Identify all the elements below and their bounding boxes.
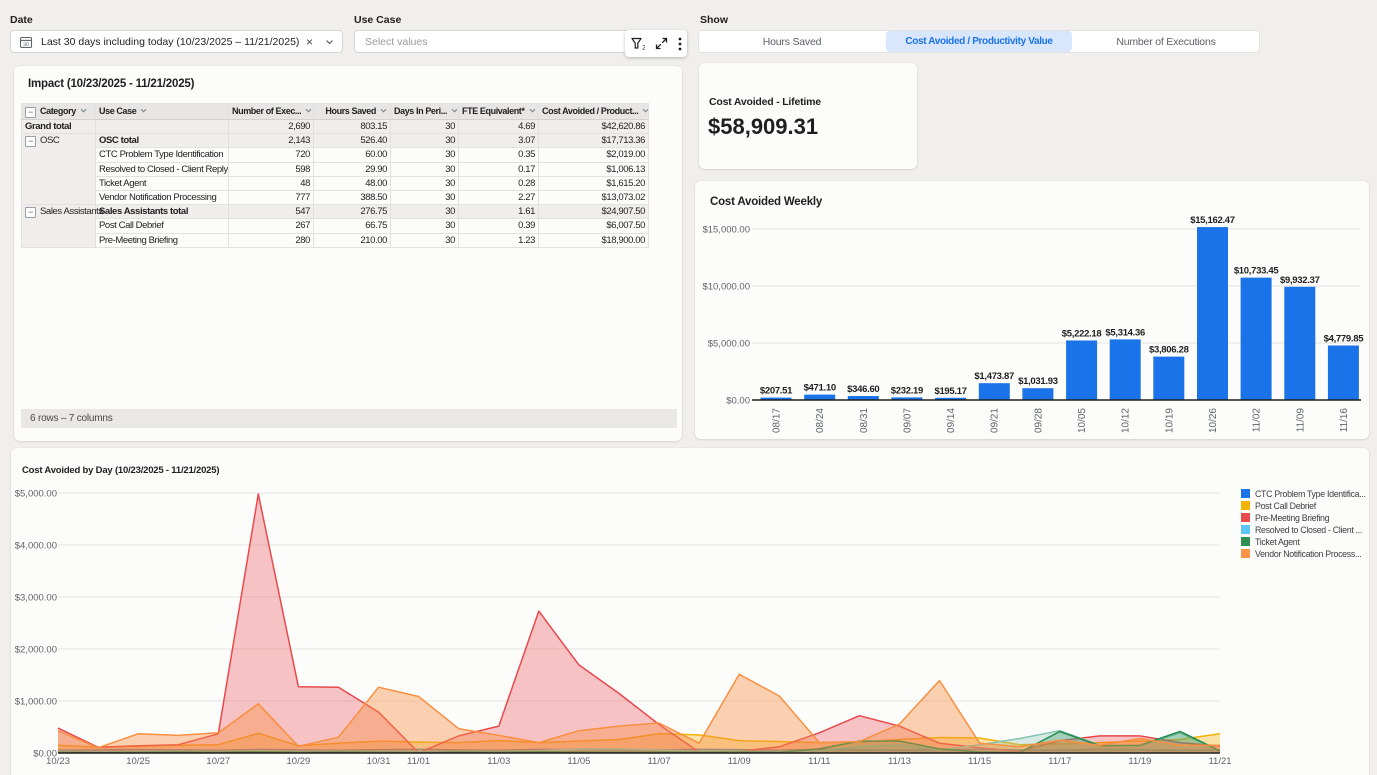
- svg-text:11/13: 11/13: [888, 756, 911, 767]
- svg-text:11/03: 11/03: [487, 756, 510, 767]
- svg-text:$9,932.37: $9,932.37: [1280, 275, 1320, 286]
- svg-text:10/29: 10/29: [287, 756, 311, 767]
- svg-text:Post Call Debrief: Post Call Debrief: [1255, 501, 1317, 511]
- svg-text:10/27: 10/27: [206, 756, 230, 767]
- svg-text:11/11: 11/11: [808, 756, 830, 767]
- svg-text:11/07: 11/07: [647, 756, 670, 767]
- svg-text:$346.60: $346.60: [847, 384, 879, 395]
- svg-text:$4,000.00: $4,000.00: [15, 541, 57, 552]
- svg-text:$195.17: $195.17: [934, 386, 966, 397]
- svg-text:$10,733.45: $10,733.45: [1234, 266, 1280, 277]
- svg-text:$15,162.47: $15,162.47: [1190, 215, 1235, 226]
- svg-text:11/21: 11/21: [1208, 756, 1231, 767]
- svg-text:11/15: 11/15: [968, 756, 991, 767]
- svg-text:10/05: 10/05: [1077, 408, 1088, 433]
- svg-text:$0.00: $0.00: [726, 396, 750, 407]
- svg-text:$3,000.00: $3,000.00: [15, 593, 57, 604]
- svg-text:2: 2: [642, 45, 645, 52]
- svg-text:11/09: 11/09: [728, 756, 751, 767]
- svg-text:30: 30: [23, 42, 29, 48]
- svg-text:11/17: 11/17: [1048, 756, 1071, 767]
- svg-text:11/16: 11/16: [1339, 408, 1350, 433]
- svg-text:$5,000.00: $5,000.00: [708, 339, 750, 350]
- svg-text:Pre-Meeting Briefing: Pre-Meeting Briefing: [1255, 513, 1330, 523]
- svg-text:$10,000.00: $10,000.00: [702, 282, 750, 293]
- svg-text:09/14: 09/14: [946, 408, 957, 433]
- svg-text:Vendor Notification Process...: Vendor Notification Process...: [1255, 549, 1361, 559]
- svg-text:$232.19: $232.19: [891, 385, 923, 396]
- svg-text:$1,031.93: $1,031.93: [1018, 376, 1058, 387]
- svg-text:$4,779.85: $4,779.85: [1324, 334, 1365, 345]
- svg-text:Resolved to Closed - Client ..: Resolved to Closed - Client ...: [1255, 525, 1362, 535]
- svg-text:CTC Problem Type Identifica...: CTC Problem Type Identifica...: [1255, 489, 1366, 499]
- svg-text:10/26: 10/26: [1208, 408, 1219, 433]
- svg-text:09/07: 09/07: [902, 408, 913, 433]
- svg-text:11/01: 11/01: [407, 756, 430, 767]
- svg-text:$3,806.28: $3,806.28: [1149, 345, 1189, 356]
- svg-text:08/24: 08/24: [815, 408, 826, 433]
- svg-text:10/31: 10/31: [367, 756, 391, 767]
- svg-text:$5,000.00: $5,000.00: [15, 489, 57, 500]
- svg-text:11/05: 11/05: [567, 756, 590, 767]
- svg-text:11/09: 11/09: [1295, 408, 1306, 433]
- svg-text:$1,000.00: $1,000.00: [15, 697, 57, 708]
- svg-text:09/21: 09/21: [990, 408, 1001, 433]
- svg-text:09/28: 09/28: [1033, 408, 1044, 433]
- svg-text:$2,000.00: $2,000.00: [15, 645, 57, 656]
- svg-text:$207.51: $207.51: [760, 386, 793, 397]
- svg-text:11/19: 11/19: [1128, 756, 1151, 767]
- svg-text:11/02: 11/02: [1252, 408, 1263, 433]
- svg-text:10/23: 10/23: [46, 756, 70, 767]
- svg-text:$1,473.87: $1,473.87: [974, 371, 1014, 382]
- svg-text:$5,222.18: $5,222.18: [1062, 329, 1102, 340]
- svg-text:10/12: 10/12: [1121, 408, 1132, 433]
- svg-text:08/31: 08/31: [859, 408, 870, 433]
- svg-text:$5,314.36: $5,314.36: [1105, 327, 1145, 338]
- svg-text:$471.10: $471.10: [804, 383, 836, 394]
- svg-text:$15,000.00: $15,000.00: [702, 225, 750, 236]
- svg-text:08/17: 08/17: [772, 408, 783, 433]
- svg-text:10/25: 10/25: [126, 756, 150, 767]
- svg-text:10/19: 10/19: [1164, 408, 1175, 433]
- svg-text:Ticket Agent: Ticket Agent: [1255, 537, 1300, 547]
